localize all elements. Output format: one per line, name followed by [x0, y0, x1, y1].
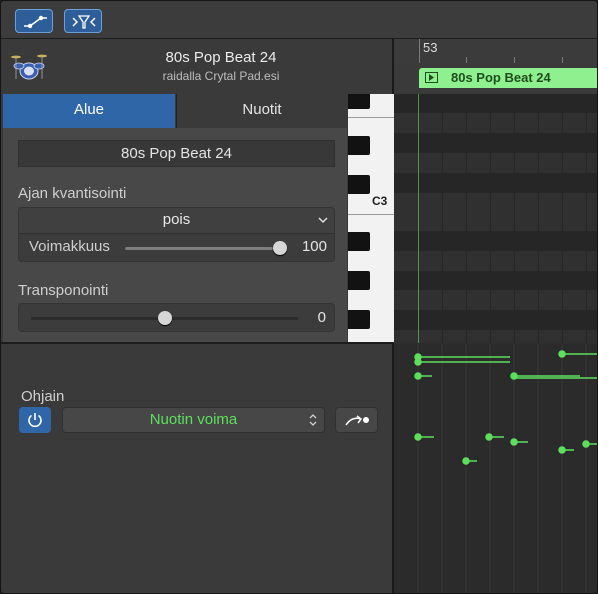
- region-header-bar[interactable]: 80s Pop Beat 24: [419, 68, 597, 88]
- black-key[interactable]: [348, 232, 370, 251]
- grid-lane-light: [394, 153, 597, 173]
- chevron-down-icon: [318, 217, 328, 224]
- strength-value: 100: [301, 238, 327, 255]
- velocity-point: [414, 433, 422, 441]
- note-grid[interactable]: [394, 94, 597, 343]
- controller-divider: [1, 342, 394, 344]
- bar-number: 53: [423, 40, 438, 55]
- velocity-point: [558, 350, 566, 358]
- curved-arrow-icon: [345, 415, 369, 426]
- grid-lane-dark: [394, 94, 597, 113]
- c3-label: C3: [372, 194, 388, 208]
- piano-roll-window: 80s Pop Beat 24 raidalla Crytal Pad.esi …: [0, 0, 598, 594]
- catch-playhead-button[interactable]: [335, 407, 378, 433]
- grid-beat-line: [466, 94, 467, 343]
- automation-curve-icon: [24, 15, 47, 29]
- region-subtitle: raidalla Crytal Pad.esi: [162, 69, 280, 83]
- grid-lane-light: [394, 251, 597, 271]
- strength-slider-fill: [125, 247, 273, 250]
- grid-lane-dark: [394, 310, 597, 330]
- grid-lane-light: [394, 330, 597, 343]
- velocity-point: [462, 457, 470, 465]
- black-key[interactable]: [348, 136, 370, 155]
- velocity-graph[interactable]: [394, 344, 598, 594]
- grid-beat-line: [538, 94, 539, 343]
- strength-slider-knob[interactable]: [273, 241, 287, 255]
- controller-label: Ohjain: [21, 388, 65, 405]
- grid-lane-light: [394, 290, 597, 310]
- grid-beat-line: [442, 94, 443, 343]
- grid-beat-line: [586, 94, 587, 343]
- velocity-lane[interactable]: [394, 344, 598, 594]
- velocity-point: [414, 358, 422, 366]
- region-inspector: 80s Pop Beat 24 raidalla Crytal Pad.esi …: [1, 39, 394, 593]
- midi-filter-button[interactable]: [64, 9, 102, 33]
- region-header-label: 80s Pop Beat 24: [451, 70, 551, 85]
- region-bar: 80s Pop Beat 24: [394, 63, 597, 94]
- velocity-point: [582, 440, 590, 448]
- piano-keyboard[interactable]: C3: [348, 94, 394, 343]
- velocity-point: [485, 433, 493, 441]
- power-icon: [28, 413, 42, 428]
- grid-lane-dark: [394, 173, 597, 193]
- automation-curve-button[interactable]: [15, 9, 53, 33]
- inspector-tabs: Alue Nuotit: [3, 94, 347, 129]
- strength-label: Voimakkuus: [29, 238, 110, 255]
- tab-alue[interactable]: Alue: [3, 94, 175, 128]
- transpose-slider[interactable]: [31, 311, 298, 325]
- controller-select[interactable]: Nuotin voima: [62, 407, 325, 433]
- grid-lane-light: [394, 193, 597, 231]
- white-key-divider: [348, 117, 394, 118]
- drum-kit-icon: [11, 54, 47, 80]
- up-down-chevron-icon: [309, 414, 317, 426]
- black-key[interactable]: [348, 310, 370, 329]
- black-key[interactable]: [348, 94, 370, 109]
- white-key-divider: [348, 214, 394, 215]
- velocity-point: [558, 446, 566, 454]
- quantize-label: Ajan kvantisointi: [18, 185, 127, 202]
- region-title: 80s Pop Beat 24: [165, 49, 277, 66]
- region-name-field[interactable]: 80s Pop Beat 24: [18, 140, 335, 167]
- black-key[interactable]: [348, 271, 370, 290]
- grid-beat-line: [514, 94, 515, 343]
- transpose-slider-knob[interactable]: [157, 311, 172, 325]
- quantize-select[interactable]: pois: [19, 208, 334, 234]
- bar-ruler[interactable]: 53: [394, 39, 597, 64]
- transpose-value: 0: [317, 309, 326, 326]
- controller-select-value: Nuotin voima: [149, 411, 238, 428]
- ruler-tick: [419, 39, 420, 63]
- strength-slider[interactable]: [125, 241, 287, 255]
- quantize-group: pois Voimakkuus 100: [18, 207, 335, 262]
- grid-beat-line: [490, 94, 491, 343]
- grid-lane-light: [394, 113, 597, 133]
- black-key[interactable]: [348, 175, 370, 194]
- play-icon: [425, 72, 438, 83]
- tab-nuotit[interactable]: Nuotit: [176, 94, 347, 128]
- transpose-group: 0: [18, 303, 335, 332]
- region-settings: 80s Pop Beat 24 Ajan kvantisointi pois V…: [3, 128, 347, 343]
- piano-roll-editor: 53 80s Pop Beat 24: [394, 39, 598, 594]
- toolbar: [1, 1, 597, 39]
- region-header: 80s Pop Beat 24 raidalla Crytal Pad.esi: [1, 39, 348, 94]
- velocity-point: [414, 372, 422, 380]
- grid-beat-line: [562, 94, 563, 343]
- quantize-value: pois: [162, 211, 191, 228]
- region-start-line: [418, 94, 419, 343]
- grid-lane-dark: [394, 231, 597, 251]
- grid-lane-dark: [394, 133, 597, 153]
- grid-lane-dark: [394, 271, 597, 290]
- controller-power-button[interactable]: [19, 407, 51, 433]
- transpose-label: Transponointi: [18, 282, 109, 299]
- velocity-point: [510, 438, 518, 446]
- filter-icon: [72, 15, 96, 29]
